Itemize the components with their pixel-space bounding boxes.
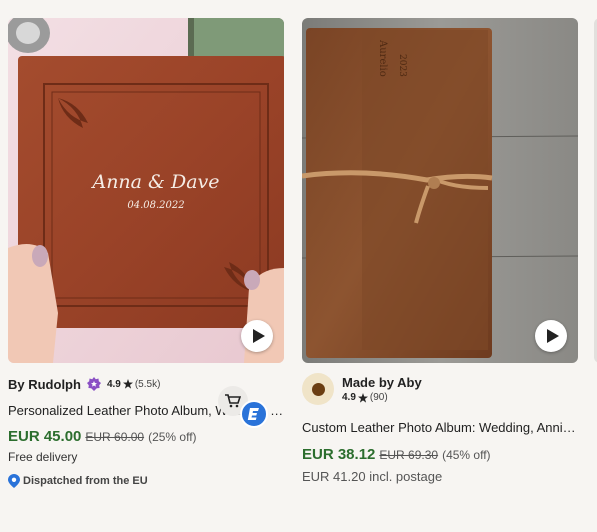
album-names-text: Anna & Dave [90,171,219,193]
shipping-info: Free delivery [8,450,78,464]
dispatch-info: Dispatched from the EU [8,474,284,488]
photo-album-image: Anna & Dave 04.08.2022 [8,18,284,363]
play-icon [546,329,559,343]
discount-percent: (25% off) [148,430,197,444]
review-count: (5.5k) [134,378,161,390]
rating: 4.9 (90) [342,392,422,403]
extension-icon[interactable] [240,400,268,428]
original-price: EUR 69.30 [379,448,439,462]
star-icon [122,379,133,389]
price-row: EUR 38.12 EUR 69.30 (45% off) [302,446,578,463]
listing-card-2[interactable]: Aurelio 2023 Made by Aby 4.9 (90) Custom… [302,18,578,484]
dispatch-text: Dispatched from the EU [23,475,148,487]
star-icon [357,392,368,403]
seller-name[interactable]: By Rudolph [8,377,81,392]
original-price: EUR 60.00 [85,430,145,444]
listing-title[interactable]: Custom Leather Photo Album: Wedding, Ann… [302,420,578,435]
play-video-button[interactable] [535,320,567,352]
sale-price: EUR 45.00 [8,428,82,445]
seller-row: Made by Aby 4.9 (90) [302,373,578,405]
extension-logo-icon [247,408,259,420]
album-name-text: Aurelio [377,39,388,77]
leather-album-image: Aurelio 2023 [302,18,578,363]
rating-value: 4.9 [342,392,356,403]
cart-add-icon [225,394,241,408]
review-count: (90) [369,392,388,403]
play-icon [252,329,265,343]
discount-percent: (45% off) [442,448,491,462]
sale-price: EUR 38.12 [302,446,376,463]
shipping-info: EUR 41.20 incl. postage [302,469,443,484]
album-date-text: 04.08.2022 [127,200,184,211]
location-pin-icon [8,474,20,488]
seller-avatar[interactable] [302,373,334,405]
listing-image[interactable]: Aurelio 2023 [302,18,578,363]
seller-name[interactable]: Made by Aby [342,375,422,390]
price-row: EUR 45.00 EUR 60.00 (25% off) [8,428,284,445]
star-seller-icon [86,377,101,391]
play-video-button[interactable] [241,320,273,352]
listing-image[interactable]: Anna & Dave 04.08.2022 [8,18,284,363]
rating: 4.9 (5.5k) [107,379,160,390]
album-year-text: 2023 [397,54,407,77]
rating-value: 4.9 [106,378,121,390]
